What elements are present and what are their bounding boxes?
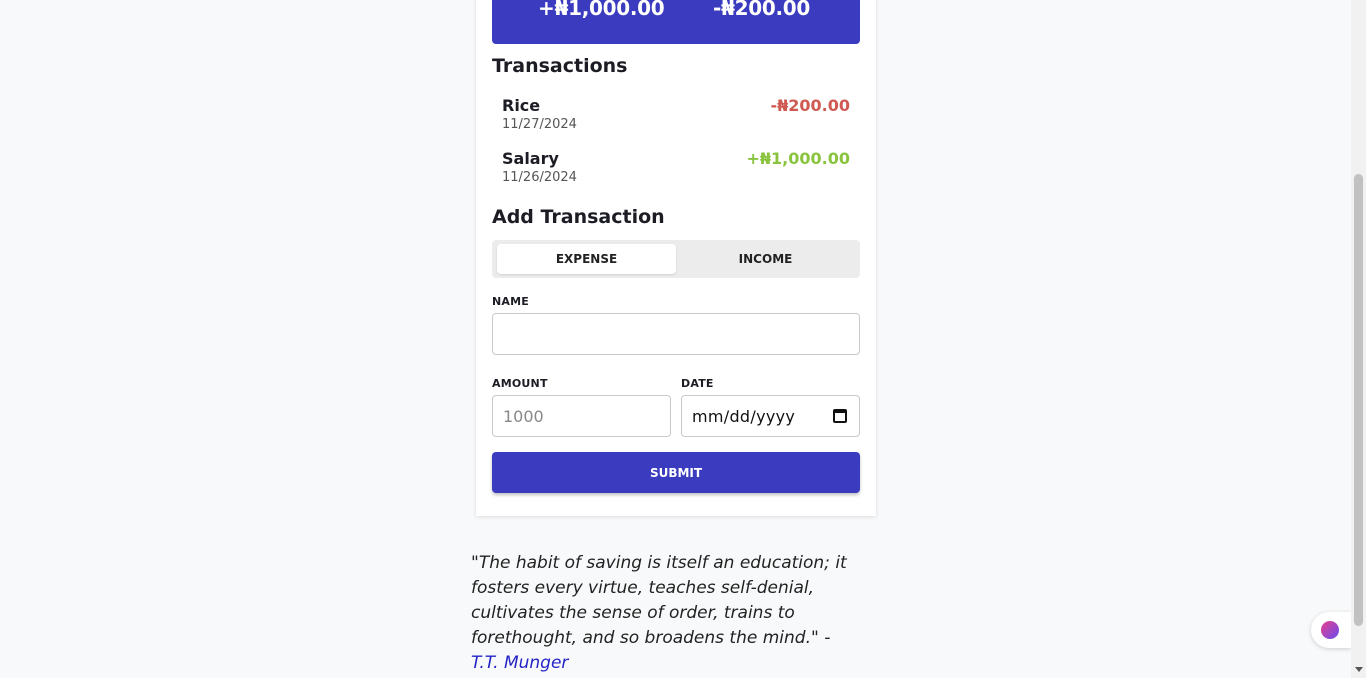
- assistant-button[interactable]: [1311, 612, 1351, 648]
- budget-card: +₦1,000.00 -₦200.00 Transactions Rice 11…: [476, 0, 876, 516]
- transactions-heading: Transactions: [492, 55, 628, 77]
- amount-placeholder: 1000: [503, 406, 544, 426]
- submit-button[interactable]: SUBMIT: [492, 452, 860, 493]
- date-label: DATE: [681, 377, 714, 390]
- transaction-amount: -₦200.00: [770, 96, 850, 115]
- transaction-amount: +₦1,000.00: [746, 149, 851, 168]
- balance-summary: +₦1,000.00 -₦200.00: [492, 0, 860, 44]
- calendar-icon[interactable]: [833, 409, 847, 423]
- expense-total: -₦200.00: [713, 0, 810, 20]
- amount-label: AMOUNT: [492, 377, 548, 390]
- brain-icon: [1321, 621, 1339, 639]
- quote-author-link[interactable]: T.T. Munger: [471, 653, 568, 673]
- income-total: +₦1,000.00: [538, 0, 665, 20]
- quote-text: "The habit of saving is itself an educat…: [471, 553, 847, 648]
- date-input[interactable]: mm/dd/yyyy: [681, 395, 860, 437]
- add-transaction-heading: Add Transaction: [492, 206, 665, 228]
- transaction-date: 11/26/2024: [502, 170, 577, 185]
- scrollbar-thumb[interactable]: [1354, 174, 1363, 626]
- transaction-date: 11/27/2024: [502, 117, 577, 132]
- page-scrollbar[interactable]: [1351, 0, 1366, 678]
- income-tab[interactable]: INCOME: [676, 244, 855, 274]
- name-label: NAME: [492, 295, 529, 308]
- savings-quote: "The habit of saving is itself an educat…: [471, 551, 851, 676]
- transaction-type-toggle: EXPENSE INCOME: [492, 240, 860, 278]
- scroll-down-arrow-icon[interactable]: [1355, 667, 1363, 672]
- date-placeholder: mm/dd/yyyy: [692, 406, 796, 426]
- transaction-item[interactable]: Salary 11/26/2024 +₦1,000.00: [502, 149, 850, 185]
- amount-input[interactable]: 1000: [492, 395, 671, 437]
- expense-tab[interactable]: EXPENSE: [497, 244, 676, 274]
- transaction-item[interactable]: Rice 11/27/2024 -₦200.00: [502, 96, 850, 132]
- name-input[interactable]: [492, 313, 860, 355]
